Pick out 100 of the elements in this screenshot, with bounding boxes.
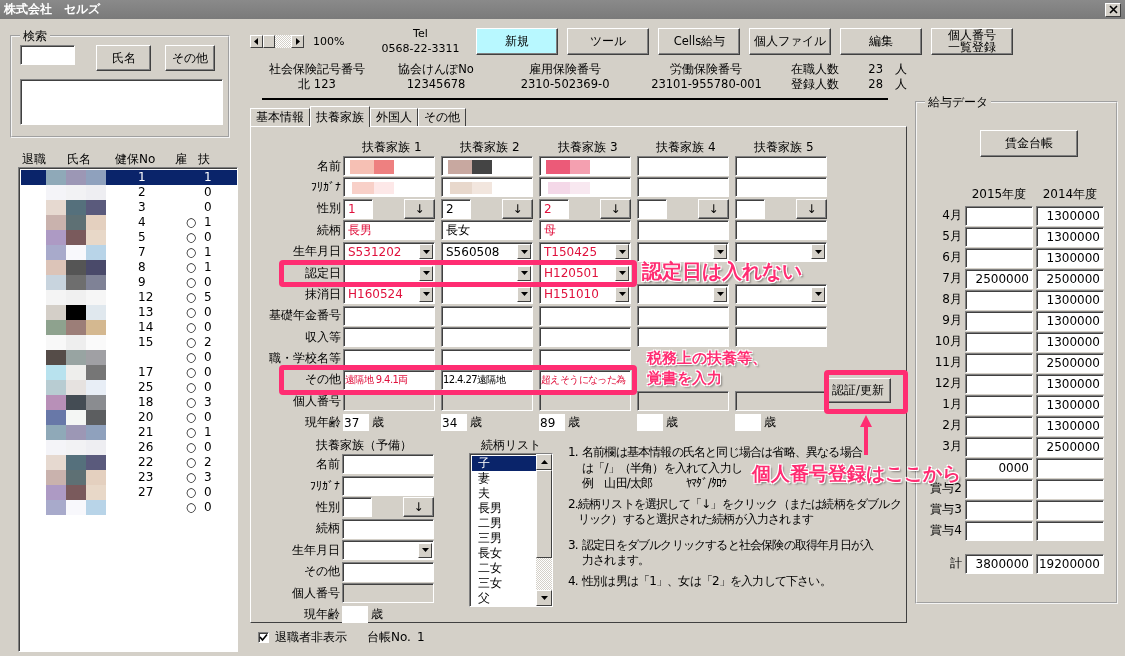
toolbar-button[interactable]: Cells給与 (658, 27, 741, 55)
salary-field[interactable] (965, 415, 1033, 436)
input-field[interactable] (343, 177, 435, 198)
toolbar-button[interactable]: 個人番号 一覧登録 (931, 27, 1014, 55)
salary-field[interactable] (965, 310, 1033, 331)
input-field[interactable] (343, 305, 435, 326)
employee-row[interactable]: 26 ○ 0 (21, 439, 237, 455)
gender-field[interactable] (637, 198, 667, 219)
list-item[interactable]: 夫 (472, 486, 536, 502)
gender-button[interactable]: ↓ (600, 198, 631, 219)
input-field[interactable] (343, 156, 435, 177)
date-dropdown[interactable]: S560508 (441, 241, 533, 262)
list-item[interactable]: 長男 (472, 501, 536, 517)
salary-field[interactable]: 2500000 (1036, 436, 1104, 457)
salary-field[interactable] (1036, 478, 1104, 499)
close-button[interactable] (1105, 2, 1121, 17)
employee-row[interactable]: 21 ○ 1 (21, 424, 237, 440)
input-field[interactable] (735, 391, 827, 412)
salary-field[interactable] (965, 436, 1033, 457)
input-field[interactable] (637, 391, 729, 412)
salary-field[interactable]: 1300000 (1036, 373, 1104, 394)
input-field[interactable] (637, 305, 729, 326)
input-field[interactable] (441, 177, 533, 198)
employee-row[interactable]: 3 0 (21, 199, 237, 215)
salary-field[interactable] (965, 499, 1033, 520)
date-dropdown[interactable]: S531202 (343, 241, 435, 262)
relation-listbox[interactable]: 子 妻 夫 長男 二男 三男 長女 二女 三女 父 (469, 453, 553, 608)
salary-field[interactable]: 1300000 (1036, 205, 1104, 226)
search-button[interactable]: その他 (165, 45, 215, 71)
gender-field[interactable]: 2 (539, 198, 569, 219)
input-field[interactable] (539, 327, 631, 348)
input-field[interactable] (441, 327, 533, 348)
salary-field[interactable]: 1300000 (1036, 226, 1104, 247)
salary-field[interactable] (965, 352, 1033, 373)
input-field[interactable] (735, 177, 827, 198)
salary-field[interactable] (965, 478, 1033, 499)
salary-field[interactable]: 1300000 (1036, 310, 1104, 331)
scroll-thumb[interactable] (536, 470, 552, 559)
search-button[interactable]: 氏名 (96, 45, 151, 71)
input-field[interactable] (637, 156, 729, 177)
date-dropdown[interactable] (342, 540, 434, 561)
input-field[interactable] (735, 156, 827, 177)
employee-row[interactable]: ○ 0 (21, 499, 237, 515)
checkbox[interactable] (258, 631, 269, 643)
input-field[interactable] (637, 177, 729, 198)
salary-field[interactable]: 2500000 (965, 268, 1033, 289)
employee-row[interactable]: 23 ○ 3 (21, 469, 237, 485)
date-dropdown[interactable]: T150425 (539, 241, 631, 262)
date-dropdown[interactable] (637, 241, 729, 262)
gender-field[interactable]: 2 (441, 198, 471, 219)
salary-field[interactable] (965, 520, 1033, 541)
employee-row[interactable]: ○ 0 (21, 349, 237, 365)
salary-field[interactable] (965, 226, 1033, 247)
right-arrow-icon[interactable] (295, 37, 300, 45)
salary-field[interactable] (965, 373, 1033, 394)
input-field[interactable] (735, 327, 827, 348)
input-field[interactable]: 長女 (441, 220, 533, 241)
employee-row[interactable]: 25 ○ 0 (21, 379, 237, 395)
toolbar-button[interactable]: 新規 (476, 27, 559, 55)
date-dropdown[interactable] (735, 284, 827, 305)
left-arrow-icon[interactable] (254, 37, 259, 45)
salary-field[interactable]: 2500000 (1036, 268, 1104, 289)
list-item[interactable]: 二男 (472, 516, 536, 532)
tab[interactable]: その他 (418, 108, 466, 126)
input-field[interactable] (342, 561, 434, 582)
salary-field[interactable] (1036, 520, 1104, 541)
toolbar-button[interactable]: 個人ファイル (749, 27, 832, 55)
search-field[interactable] (20, 45, 75, 65)
employee-row[interactable]: 22 ○ 2 (21, 454, 237, 470)
input-field[interactable]: 母 (539, 220, 631, 241)
list-item[interactable]: 子 (472, 456, 536, 472)
employee-row[interactable]: 15 ○ 2 (21, 334, 237, 350)
total-field[interactable]: 3800000 (965, 553, 1033, 574)
gender-button[interactable]: ↓ (698, 198, 729, 219)
employee-row[interactable]: 12 ○ 5 (21, 289, 237, 305)
tab[interactable]: 外国人 (370, 108, 418, 126)
gender-button[interactable]: ↓ (403, 497, 434, 518)
employee-row[interactable]: 7 ○ 1 (21, 244, 237, 260)
date-dropdown[interactable] (735, 241, 827, 262)
tab[interactable]: 基本情報 (250, 108, 310, 126)
input-field[interactable]: 超えそうになった為 (539, 370, 631, 390)
tab[interactable]: 扶養家族 (310, 106, 370, 127)
input-field[interactable]: 長男 (343, 220, 435, 241)
gender-field[interactable] (342, 497, 372, 518)
input-field[interactable] (735, 220, 827, 241)
input-field[interactable] (342, 518, 434, 539)
zoom-scrollbar[interactable] (250, 34, 304, 48)
list-item[interactable]: 妻 (472, 471, 536, 487)
gender-button[interactable]: ↓ (502, 198, 533, 219)
date-dropdown[interactable] (343, 263, 435, 284)
list-item[interactable]: 三女 (472, 576, 536, 592)
input-field[interactable] (343, 327, 435, 348)
date-dropdown[interactable] (441, 263, 533, 284)
salary-field[interactable]: 2500000 (1036, 352, 1104, 373)
list-item[interactable]: 三男 (472, 531, 536, 547)
wage-ledger-button[interactable]: 賃金台帳 (980, 130, 1078, 157)
salary-field[interactable] (965, 331, 1033, 352)
input-field[interactable] (539, 177, 631, 198)
salary-field[interactable] (965, 289, 1033, 310)
toolbar-button[interactable]: ツール (567, 27, 650, 55)
